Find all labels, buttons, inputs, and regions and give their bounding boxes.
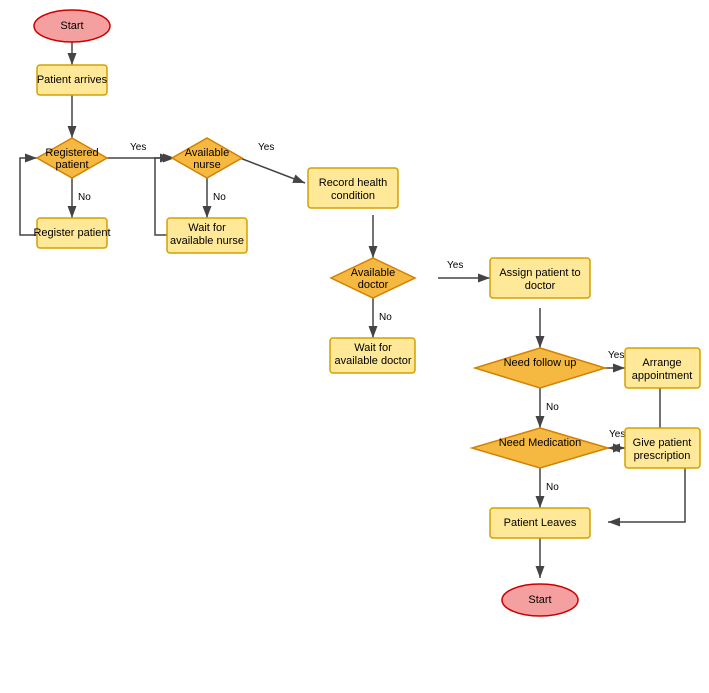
flowchart: Yes No Yes No Yes No Yes No Yes xyxy=(0,0,709,693)
available-doctor-label2: doctor xyxy=(358,279,389,291)
label-no-1: No xyxy=(78,192,91,203)
register-patient-label: Register patient xyxy=(33,227,110,239)
need-medication-label: Need Medication xyxy=(499,437,582,449)
available-nurse-label: Available xyxy=(185,147,229,159)
end-label: Start xyxy=(528,594,551,606)
assign-doctor-label2: doctor xyxy=(525,280,556,292)
assign-doctor-label: Assign patient to xyxy=(499,267,580,279)
start-label: Start xyxy=(60,20,83,32)
label-yes-4: Yes xyxy=(608,350,624,361)
wait-nurse-label: Wait for xyxy=(188,222,226,234)
label-yes-3: Yes xyxy=(447,260,463,271)
wait-nurse-label2: available nurse xyxy=(170,235,244,247)
patient-arrives-label: Patient arrives xyxy=(37,74,108,86)
label-yes-2: Yes xyxy=(258,142,274,153)
available-nurse-label2: nurse xyxy=(193,159,221,171)
need-followup-label: Need follow up xyxy=(504,357,577,369)
arrange-appointment-label2: appointment xyxy=(632,370,693,382)
label-yes-1: Yes xyxy=(130,142,146,153)
registered-patient-label2: patient xyxy=(55,159,88,171)
label-yes-5: Yes xyxy=(609,429,625,440)
available-doctor-label: Available xyxy=(351,267,395,279)
label-no-5: No xyxy=(546,482,559,493)
record-health-label2: condition xyxy=(331,190,375,202)
label-no-4: No xyxy=(546,402,559,413)
wait-doctor-label2: available doctor xyxy=(334,355,411,367)
patient-leaves-label: Patient Leaves xyxy=(504,517,577,529)
label-no-2: No xyxy=(213,192,226,203)
arrange-appointment-label: Arrange xyxy=(642,357,681,369)
label-no-3: No xyxy=(379,312,392,323)
registered-patient-label: Registered xyxy=(45,147,98,159)
record-health-label: Record health xyxy=(319,177,388,189)
give-prescription-label: Give patient xyxy=(633,437,692,449)
give-prescription-label2: prescription xyxy=(634,450,691,462)
wait-doctor-label: Wait for xyxy=(354,342,392,354)
